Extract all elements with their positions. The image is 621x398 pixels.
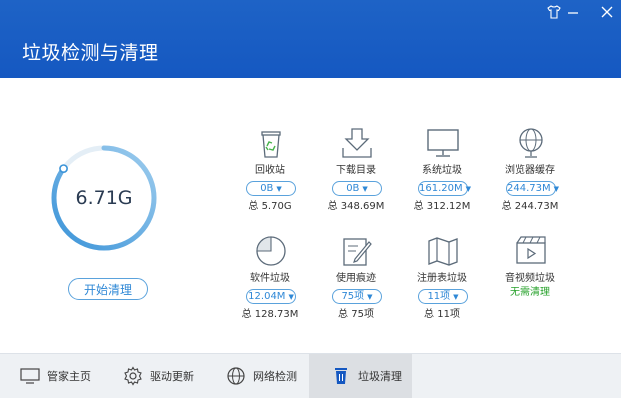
item-select[interactable]: 244.73M ▼ — [506, 181, 560, 196]
progress-ring-knob — [59, 164, 68, 174]
chevron-down-icon: ▼ — [276, 185, 282, 193]
item-label: 下载目录 — [336, 165, 376, 176]
video-icon — [514, 234, 548, 268]
item-label: 音视频垃圾 — [505, 273, 555, 284]
item-label: 注册表垃圾 — [417, 273, 467, 284]
tab-label: 网络检测 — [253, 370, 297, 383]
recycle-bin-icon — [254, 126, 288, 160]
item-total: 总 5.70G — [248, 201, 292, 212]
item-select[interactable]: 0B ▼ — [246, 181, 296, 196]
item-usage-traces: 使用痕迹 75项 ▼ 总 75项 — [312, 234, 400, 324]
item-select[interactable]: 11项 ▼ — [418, 289, 468, 304]
item-download-folder: 下载目录 0B ▼ 总 348.69M — [312, 126, 400, 216]
item-software-junk: 软件垃圾 12.04M ▼ 总 128.73M — [226, 234, 314, 324]
chevron-down-icon: ▼ — [362, 185, 368, 193]
page-title: 垃圾检测与清理 — [22, 42, 159, 64]
total-size-value: 6.71G — [75, 187, 133, 209]
chevron-down-icon: ▼ — [465, 185, 472, 193]
item-select[interactable]: 161.20M ▼ — [418, 181, 472, 196]
item-recycle-bin: 回收站 0B ▼ 总 5.70G — [226, 126, 314, 216]
title-bar: 垃圾检测与清理 — [0, 0, 621, 78]
gear-icon — [123, 366, 143, 386]
item-select-value: 11项 — [427, 291, 451, 302]
globe-icon — [226, 366, 246, 386]
bottom-nav: 管家主页 驱动更新 网络检测 垃圾清理 — [0, 353, 621, 398]
tab-label: 管家主页 — [47, 370, 91, 383]
chevron-down-icon: ▼ — [367, 293, 373, 301]
tab-network-check[interactable]: 网络检测 — [226, 354, 316, 398]
item-registry-junk: 注册表垃圾 11项 ▼ 总 11项 — [398, 234, 486, 324]
item-select[interactable]: 12.04M ▼ — [246, 289, 296, 304]
minimize-icon[interactable] — [565, 5, 581, 21]
item-total: 总 312.12M — [413, 201, 471, 212]
item-label: 系统垃圾 — [422, 165, 462, 176]
tab-home[interactable]: 管家主页 — [20, 354, 110, 398]
item-system-junk: 系统垃圾 161.20M ▼ 总 312.12M — [398, 126, 486, 216]
download-folder-icon — [340, 126, 374, 160]
start-clean-button[interactable]: 开始清理 — [68, 278, 148, 300]
item-select-value: 0B — [346, 183, 360, 194]
close-icon[interactable] — [599, 5, 615, 21]
item-av-junk: 音视频垃圾 无需清理 — [486, 234, 574, 324]
chevron-down-icon: ▼ — [453, 293, 459, 301]
monitor-icon — [426, 126, 460, 160]
item-label: 软件垃圾 — [250, 273, 290, 284]
item-label: 回收站 — [255, 165, 285, 176]
monitor-home-icon — [20, 366, 40, 386]
pie-chart-icon — [254, 234, 288, 268]
item-select[interactable]: 75项 ▼ — [332, 289, 382, 304]
chevron-down-icon: ▼ — [288, 293, 294, 301]
item-label: 浏览器缓存 — [505, 165, 555, 176]
item-select-value: 0B — [260, 183, 274, 194]
shirt-icon[interactable] — [546, 5, 562, 21]
item-status: 无需清理 — [510, 287, 550, 298]
item-total: 总 128.73M — [241, 309, 299, 320]
trash-icon — [331, 366, 351, 386]
item-select-value: 12.04M — [248, 291, 286, 302]
item-browser-cache: 浏览器缓存 244.73M ▼ 总 244.73M — [486, 126, 574, 216]
tab-label: 驱动更新 — [150, 370, 194, 383]
item-select[interactable]: 0B ▼ — [332, 181, 382, 196]
item-select-value: 75项 — [341, 291, 365, 302]
item-select-value: 244.73M — [507, 183, 551, 194]
item-total: 总 11项 — [424, 309, 460, 320]
tab-driver-update[interactable]: 驱动更新 — [123, 354, 213, 398]
chevron-down-icon: ▼ — [553, 185, 560, 193]
item-total: 总 244.73M — [501, 201, 559, 212]
globe-icon — [514, 126, 548, 160]
item-total: 总 348.69M — [327, 201, 385, 212]
item-select-value: 161.20M — [419, 183, 463, 194]
item-total: 总 75项 — [338, 309, 374, 320]
map-icon — [426, 234, 460, 268]
tab-junk-clean[interactable]: 垃圾清理 — [309, 354, 412, 398]
edit-document-icon — [340, 234, 374, 268]
tab-label: 垃圾清理 — [358, 370, 402, 383]
item-label: 使用痕迹 — [336, 273, 376, 284]
